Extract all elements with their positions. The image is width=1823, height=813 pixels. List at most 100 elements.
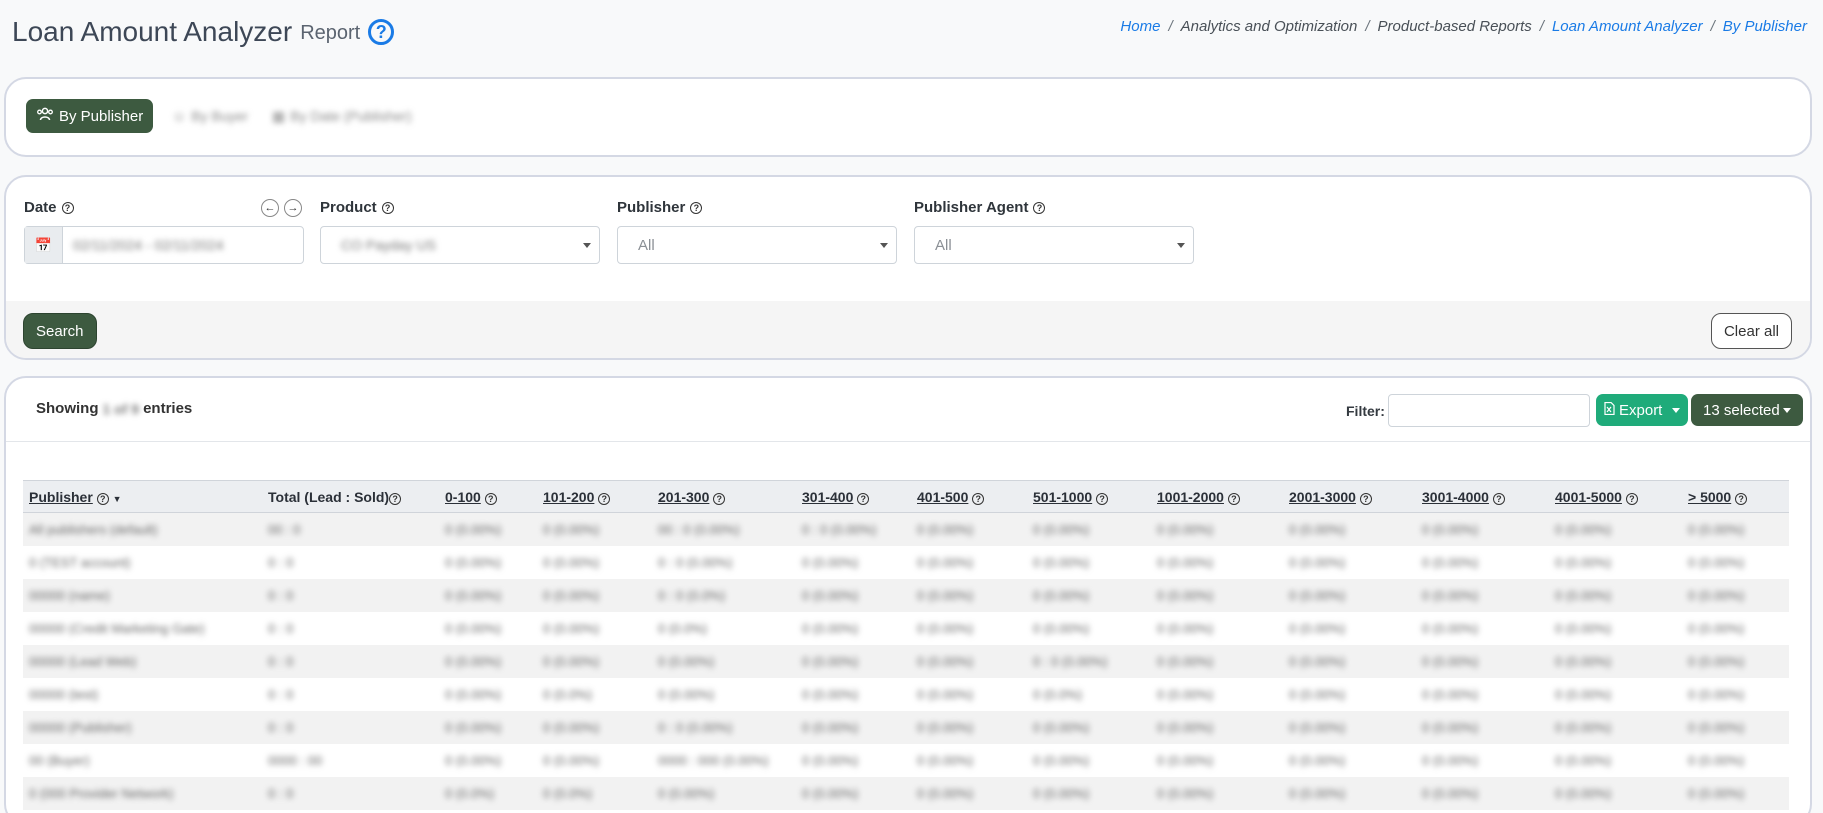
question-icon[interactable]: ? xyxy=(484,492,497,505)
publisher-cell[interactable]: 00000 (Lead Web) xyxy=(23,644,268,678)
showing-prefix: Showing xyxy=(36,400,99,417)
col-2001-3000[interactable]: 2001-3000 ? xyxy=(1289,480,1422,513)
cell-text: 0 (0.00%) xyxy=(1289,752,1346,768)
publisher-cell[interactable]: 00 (Buyer) xyxy=(23,743,268,777)
publisher-select-value: All xyxy=(638,236,655,254)
chevron-down-icon xyxy=(1672,407,1681,413)
export-label: Export xyxy=(1619,401,1663,419)
question-icon[interactable]: ? xyxy=(857,492,870,505)
col-101-200-label: 101-200 xyxy=(543,488,595,505)
cell-text: 0 (0.00%) xyxy=(1422,785,1479,801)
col-1001-2000[interactable]: 1001-2000 ? xyxy=(1157,480,1289,513)
value-cell: 0 (0.00%) xyxy=(1555,644,1688,678)
question-icon[interactable]: ? xyxy=(1227,492,1240,505)
publisher-cell[interactable]: 0 (TEST account) xyxy=(23,545,268,579)
publisher-cell[interactable]: 00000 (name) xyxy=(23,578,268,612)
table-row: 00000 (Credit Marketing Gate) 0 : 0 0 (0.0… xyxy=(23,611,1789,645)
publisher-agent-select-value: All xyxy=(935,236,952,254)
value-cell: 0 (0.00%) xyxy=(1688,644,1789,678)
cell-text: 0 (0.00%) xyxy=(1033,554,1090,570)
cell-text: 0 : 0 (0.00%) xyxy=(658,554,733,570)
value-cell: 0 (0.00%) xyxy=(1157,578,1289,612)
cell-text: 00000 (test) xyxy=(29,686,99,702)
publisher-agent-select[interactable]: All xyxy=(914,226,1194,264)
publisher-cell[interactable]: 00000 (Publisher) xyxy=(23,710,268,744)
publisher-cell[interactable]: All publishers (default) xyxy=(23,512,268,546)
calendar-icon: 📅 xyxy=(25,227,63,263)
cell-text: 0 (0.00%) xyxy=(1157,620,1214,636)
publisher-cell[interactable]: 00000 (Credit Marketing Gate) xyxy=(23,611,268,645)
col-over-5000[interactable]: > 5000 ? xyxy=(1688,480,1789,513)
question-icon[interactable]: ? xyxy=(1359,492,1372,505)
question-icon[interactable]: ? xyxy=(1033,201,1046,214)
col-301-400[interactable]: 301-400 ? xyxy=(802,480,917,513)
col-3001-4000[interactable]: 3001-4000 ? xyxy=(1422,480,1555,513)
breadcrumb-loan-amount-analyzer[interactable]: Loan Amount Analyzer xyxy=(1552,18,1703,35)
column-select-button[interactable]: 13 selected xyxy=(1691,394,1803,426)
cell-text: 0 (0.00%) xyxy=(802,785,859,801)
col-total[interactable]: Total (Lead : Sold)? xyxy=(268,480,445,513)
col-101-200[interactable]: 101-200 ? xyxy=(543,480,658,513)
cell-text: 0000 : 00 xyxy=(268,752,323,768)
prev-date-button[interactable]: ← xyxy=(261,199,279,217)
tab-by-publisher[interactable]: By Publisher xyxy=(26,99,154,133)
cell-text: 0 (0.00%) xyxy=(1289,785,1346,801)
breadcrumb-by-publisher[interactable]: By Publisher xyxy=(1723,18,1807,35)
col-publisher[interactable]: Publisher ? ▼ xyxy=(23,480,268,513)
file-excel-icon xyxy=(1604,401,1615,419)
chevron-down-icon xyxy=(880,243,888,248)
question-icon[interactable]: ? xyxy=(389,492,402,505)
date-range-input[interactable]: 📅 02/11/2024 - 02/11/2024 xyxy=(24,226,304,264)
value-cell: 0 (0.00%) xyxy=(917,512,1033,546)
cell-text: 0 (0.00%) xyxy=(1422,719,1479,735)
question-icon[interactable]: ? xyxy=(713,492,726,505)
col-0-100[interactable]: 0-100 ? xyxy=(445,480,543,513)
question-icon[interactable]: ? xyxy=(1096,492,1109,505)
question-icon[interactable]: ? xyxy=(96,492,109,505)
clear-all-button[interactable]: Clear all xyxy=(1710,313,1792,349)
product-select-value: CO Payday US xyxy=(341,237,436,253)
export-button[interactable]: Export xyxy=(1596,394,1689,426)
publisher-label: Publisher ? xyxy=(617,199,703,216)
question-icon[interactable]: ? xyxy=(1735,492,1748,505)
value-cell: 0 (0.00%) xyxy=(1422,677,1555,711)
next-date-button[interactable]: → xyxy=(284,199,302,217)
tab-by-date-publisher[interactable]: ▦ By Date (Publisher) xyxy=(272,107,412,125)
value-cell: 0 (0.00%) xyxy=(543,743,658,777)
col-401-500[interactable]: 401-500 ? xyxy=(917,480,1033,513)
question-icon[interactable]: ? xyxy=(598,492,611,505)
col-401-500-label: 401-500 xyxy=(917,488,969,505)
cell-text: 0 : 0 xyxy=(268,587,294,603)
col-201-300[interactable]: 201-300 ? xyxy=(658,480,802,513)
product-select[interactable]: CO Payday US xyxy=(320,226,600,264)
col-4001-5000[interactable]: 4001-5000 ? xyxy=(1555,480,1688,513)
value-cell: 0 (0.00%) xyxy=(917,677,1033,711)
value-cell: 0 (0.00%) xyxy=(1555,710,1688,744)
value-cell: 0 (0.00%) xyxy=(1289,743,1422,777)
cell-text: 0 (0.00%) xyxy=(445,653,502,669)
cell-text: 0 (0.00%) xyxy=(917,587,974,603)
question-icon[interactable]: ? xyxy=(972,492,985,505)
tab-by-buyer[interactable]: ☺ By Buyer xyxy=(172,107,248,125)
col-501-1000[interactable]: 501-1000 ? xyxy=(1033,480,1157,513)
help-icon[interactable]: ? xyxy=(368,19,395,45)
search-button[interactable]: Search xyxy=(23,313,97,349)
question-icon[interactable]: ? xyxy=(1492,492,1505,505)
cell-text: 00000 (Publisher) xyxy=(29,719,132,735)
breadcrumb-home[interactable]: Home xyxy=(1120,18,1160,35)
question-icon[interactable]: ? xyxy=(1625,492,1638,505)
cell-text: 0 : 0 xyxy=(268,653,294,669)
question-icon[interactable]: ? xyxy=(690,201,703,214)
value-cell: 0 (0.00%) xyxy=(802,578,917,612)
publisher-cell[interactable]: 0 (000 Provider Network) xyxy=(23,776,268,810)
column-select-label: 13 selected xyxy=(1703,401,1780,419)
cell-text: 0 (0.00%) xyxy=(917,620,974,636)
publisher-select[interactable]: All xyxy=(617,226,897,264)
table-row: 00 (Buyer) 0000 : 00 0 (0.00%) 0 (0.00%) 000… xyxy=(23,743,1789,777)
question-icon[interactable]: ? xyxy=(381,201,394,214)
publisher-cell[interactable]: 00000 (test) xyxy=(23,677,268,711)
filter-input[interactable] xyxy=(1388,394,1590,427)
value-cell: 0 (0.00%) xyxy=(1555,545,1688,579)
question-icon[interactable]: ? xyxy=(61,201,74,214)
value-cell: 0 (0.00%) xyxy=(1289,545,1422,579)
